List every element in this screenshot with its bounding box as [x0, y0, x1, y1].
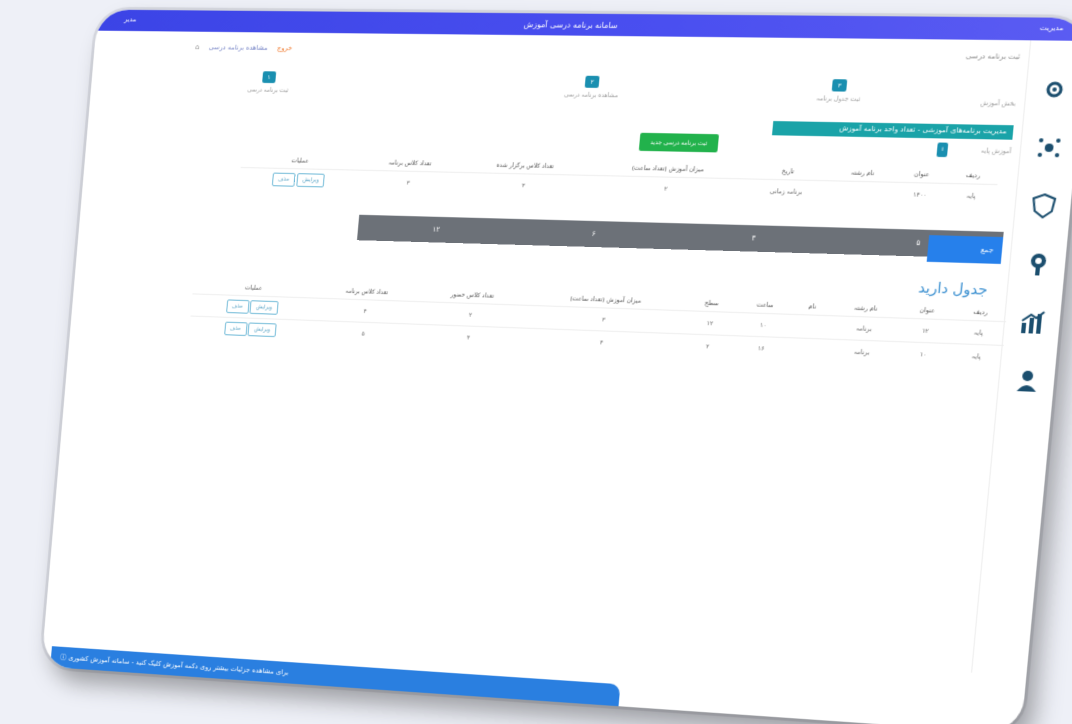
summary-value: ۱۲ — [432, 226, 440, 234]
title-left-text: مدیر — [124, 16, 137, 24]
top-table: عملیات تعداد کلاس برنامه تعداد کلاس برگز… — [239, 152, 999, 207]
table-cell: ۱۲ — [897, 318, 953, 344]
step-label: مشاهده برنامه درسی — [564, 91, 618, 99]
summary-value: ۳ — [751, 234, 756, 242]
table-cell: پایه — [951, 320, 1006, 346]
nav-title: ثبت برنامه درسی — [966, 52, 1021, 61]
table-header: تاریخ — [746, 163, 831, 181]
table-header: نام رشته — [829, 165, 897, 182]
teal-banner: مدیریت برنامه‌های آموزشی - تعداد واحد بر… — [772, 121, 1014, 140]
table-cell: برنامه زمانی — [744, 179, 829, 204]
table-cell: ۱۰ — [895, 342, 951, 367]
step-badge: ۱ — [262, 71, 276, 83]
edit-button[interactable]: ویرایش — [296, 173, 325, 187]
delete-button[interactable]: حذف — [226, 299, 250, 313]
nav-link-logout[interactable]: خروج — [277, 44, 293, 52]
nav-link-view[interactable]: مشاهده برنامه درسی — [208, 43, 268, 51]
table-header: سطح — [686, 295, 738, 312]
pin-icon[interactable] — [1018, 246, 1058, 282]
step-badge: ۳ — [832, 79, 848, 91]
table-cell — [790, 314, 831, 339]
table-cell — [827, 181, 895, 206]
table-cell: ۴ — [415, 324, 523, 350]
summary-bar: ۱۲ ۶ ۳ ۵ — [357, 215, 1004, 259]
home-icon[interactable]: ⌂ — [195, 43, 200, 51]
table-cell: ۱۶ — [732, 336, 790, 361]
summary-value: ۶ — [591, 230, 595, 238]
table-cell — [788, 338, 828, 362]
step-label: ثبت برنامه درسی — [247, 87, 289, 94]
step-2[interactable]: ۲ مشاهده برنامه درسی — [564, 75, 620, 99]
status-text: برای مشاهده جزئیات بیشتر روی دکمه آموزش … — [68, 654, 289, 677]
title-right-text: مدیریت — [1039, 24, 1063, 33]
table-cell: ۵ — [310, 320, 416, 346]
delete-button[interactable]: حذف — [272, 173, 296, 187]
table-header: نام — [792, 299, 832, 316]
window-title: سامانه برنامه درسی آموزش — [523, 20, 618, 30]
step-label: ثبت جدول برنامه — [816, 95, 860, 103]
table-header: ردیف — [954, 304, 1008, 322]
table-header: ساعت — [736, 297, 794, 315]
table-cell: برنامه — [829, 316, 900, 342]
table-cell: پایه — [949, 344, 1004, 369]
section-title: جدول دارید — [918, 280, 989, 299]
summary-value: ۵ — [916, 239, 921, 247]
table-header: ردیف — [947, 167, 999, 184]
app-window: سامانه برنامه درسی آموزش مدیریت مدیر ثبت… — [41, 10, 1072, 724]
table-cell: ۳ — [458, 172, 589, 197]
table-cell: ۴ — [521, 328, 684, 356]
sub-label: آموزش پایه — [981, 147, 1012, 155]
gear-icon[interactable] — [1034, 72, 1072, 108]
add-program-button[interactable]: ثبت برنامه درسی جدید — [639, 133, 719, 153]
status-bar: ⓘ برای مشاهده جزئیات بیشتر روی دکمه آموز… — [50, 646, 620, 706]
edit-button[interactable]: ویرایش — [250, 300, 279, 315]
section-label: بخش آموزش — [980, 100, 1016, 108]
row-actions: حذف ویرایش — [189, 316, 312, 342]
row-actions: حذف ویرایش — [239, 167, 359, 192]
delete-button[interactable]: حذف — [224, 322, 248, 336]
table-cell: ۱۲ — [684, 311, 737, 336]
bottom-table: عملیات تعداد کلاس برنامه تعداد کلاس حضور… — [189, 279, 1008, 369]
step-badge: ۲ — [585, 76, 600, 88]
table-cell: ۲ — [587, 175, 745, 201]
table-header: عنوان — [899, 302, 955, 320]
info-badge: i — [936, 142, 948, 157]
nodes-icon[interactable] — [1029, 130, 1069, 166]
table-cell: ۲ — [681, 334, 734, 359]
table-header: عنوان — [895, 166, 949, 183]
step-3[interactable]: ۳ ثبت جدول برنامه — [816, 79, 862, 103]
chart-icon[interactable] — [1012, 304, 1052, 340]
table-cell: ۱۰ — [734, 312, 792, 337]
table-cell: ۱۴۰۰ — [893, 182, 947, 206]
summary-label: جمع — [927, 235, 1004, 264]
user-icon[interactable] — [1007, 362, 1047, 399]
main-content: ثبت برنامه درسی ⌂ مشاهده برنامه درسی خرو… — [146, 32, 1022, 668]
table-cell: پایه — [945, 183, 998, 207]
steps: ۱ ثبت برنامه درسی ۲ مشاهده برنامه درسی ۳… — [190, 70, 1018, 123]
shield-icon[interactable] — [1023, 188, 1063, 224]
step-1[interactable]: ۱ ثبت برنامه درسی — [247, 71, 290, 94]
table-cell: ۳ — [357, 170, 460, 195]
table-cell: برنامه — [827, 339, 898, 365]
edit-button[interactable]: ویرایش — [248, 323, 277, 338]
top-nav: ثبت برنامه درسی ⌂ مشاهده برنامه درسی خرو… — [194, 43, 1020, 71]
